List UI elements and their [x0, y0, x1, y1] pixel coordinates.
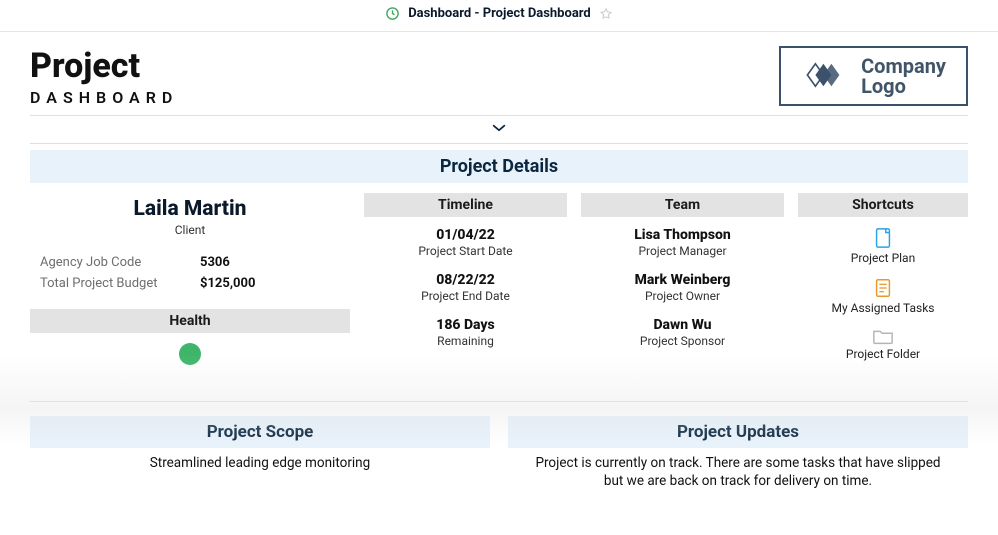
- clipboard-icon: [798, 277, 968, 299]
- project-updates-text: Project is currently on track. There are…: [508, 454, 968, 490]
- team-member-name: Lisa Thompson: [581, 227, 784, 243]
- client-name: Laila Martin: [30, 197, 350, 221]
- health-indicator-wrap: [30, 343, 350, 365]
- team-member: Lisa Thompson Project Manager: [581, 227, 784, 258]
- header-row: Project DASHBOARD Company Logo: [30, 46, 968, 107]
- project-details-banner: Project Details: [30, 150, 968, 183]
- project-updates-section: Project Updates Project is currently on …: [508, 416, 968, 490]
- budget-label: Total Project Budget: [40, 276, 190, 291]
- page-title: Project: [30, 46, 178, 86]
- team-member-role: Project Manager: [581, 244, 784, 258]
- project-scope-section: Project Scope Streamlined leading edge m…: [30, 416, 490, 490]
- shortcut-label: Project Folder: [798, 347, 968, 361]
- shortcut-project-plan[interactable]: Project Plan: [798, 227, 968, 265]
- shortcut-label: Project Plan: [798, 251, 968, 265]
- timeline-label: Project End Date: [364, 289, 567, 303]
- client-role: Client: [30, 223, 350, 237]
- shortcut-project-folder[interactable]: Project Folder: [798, 327, 968, 361]
- clock-icon: [385, 6, 400, 21]
- timeline-column: Timeline 01/04/22 Project Start Date 08/…: [364, 193, 567, 373]
- team-member: Mark Weinberg Project Owner: [581, 272, 784, 303]
- company-logo-text: Company Logo: [861, 56, 946, 96]
- client-kv: Agency Job Code 5306 Total Project Budge…: [30, 255, 350, 291]
- team-member-role: Project Owner: [581, 289, 784, 303]
- team-member-name: Dawn Wu: [581, 317, 784, 333]
- agency-job-code-value: 5306: [200, 255, 340, 270]
- folder-icon: [798, 327, 968, 345]
- favorite-star-icon[interactable]: [599, 7, 613, 21]
- project-scope-banner: Project Scope: [30, 416, 490, 448]
- timeline-item: 186 Days Remaining: [364, 317, 567, 348]
- chevron-down-icon: [490, 120, 508, 139]
- project-updates-banner: Project Updates: [508, 416, 968, 448]
- budget-value: $125,000: [200, 276, 340, 291]
- project-details-grid: Laila Martin Client Agency Job Code 5306…: [30, 193, 968, 373]
- page-title-block: Project DASHBOARD: [30, 46, 178, 107]
- timeline-header: Timeline: [364, 193, 567, 217]
- shortcuts-column: Shortcuts Project Plan: [798, 193, 968, 373]
- shortcut-label: My Assigned Tasks: [798, 301, 968, 315]
- bottom-row: Project Scope Streamlined leading edge m…: [30, 401, 968, 490]
- timeline-value: 08/22/22: [364, 272, 567, 288]
- project-scope-text: Streamlined leading edge monitoring: [30, 454, 490, 472]
- team-column: Team Lisa Thompson Project Manager Mark …: [581, 193, 784, 373]
- company-logo-box: Company Logo: [779, 46, 968, 106]
- doc-icon: [798, 227, 968, 249]
- team-member-role: Project Sponsor: [581, 334, 784, 348]
- collapse-toggle[interactable]: [30, 115, 968, 144]
- page-subtitle: DASHBOARD: [30, 88, 178, 107]
- team-member: Dawn Wu Project Sponsor: [581, 317, 784, 348]
- agency-job-code-label: Agency Job Code: [40, 255, 190, 270]
- shortcuts-header: Shortcuts: [798, 193, 968, 217]
- company-logo-icon: [801, 59, 849, 93]
- timeline-value: 01/04/22: [364, 227, 567, 243]
- timeline-value: 186 Days: [364, 317, 567, 333]
- team-member-name: Mark Weinberg: [581, 272, 784, 288]
- page-breadcrumb: Dashboard - Project Dashboard: [408, 6, 591, 21]
- team-header: Team: [581, 193, 784, 217]
- health-status-dot: [179, 343, 201, 365]
- timeline-label: Project Start Date: [364, 244, 567, 258]
- page-content: Project DASHBOARD Company Logo P: [0, 32, 998, 490]
- shortcut-my-tasks[interactable]: My Assigned Tasks: [798, 277, 968, 315]
- client-column: Laila Martin Client Agency Job Code 5306…: [30, 193, 350, 373]
- timeline-label: Remaining: [364, 334, 567, 348]
- top-bar: Dashboard - Project Dashboard: [0, 0, 998, 32]
- health-header: Health: [30, 309, 350, 333]
- timeline-item: 01/04/22 Project Start Date: [364, 227, 567, 258]
- timeline-item: 08/22/22 Project End Date: [364, 272, 567, 303]
